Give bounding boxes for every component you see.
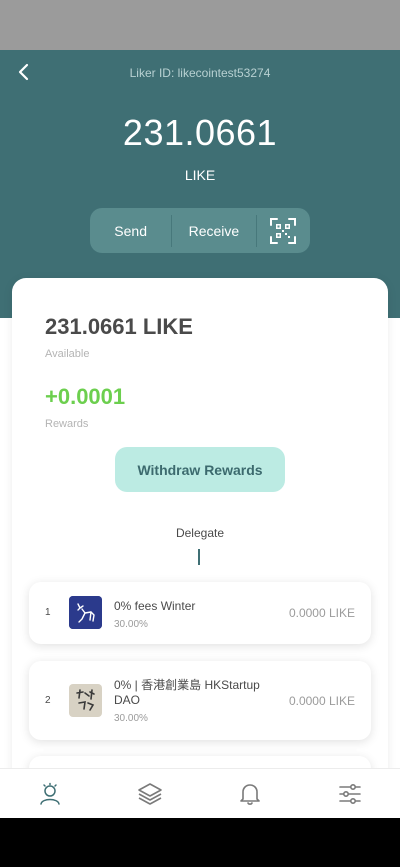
nav-settings[interactable] [300, 769, 400, 818]
sliders-icon [339, 783, 361, 804]
delegate-label: Delegate [175, 526, 225, 540]
available-amount: 231.0661 LIKE [45, 314, 193, 339]
rewards-label: Rewards [45, 418, 89, 430]
status-bar [0, 0, 400, 50]
bottom-nav [0, 768, 400, 818]
validator-commission: 30.00% [114, 619, 148, 630]
balance-amount: 231.0661 [122, 112, 278, 153]
nav-layers[interactable] [100, 769, 200, 818]
available-label: Available [45, 348, 90, 360]
scan-qr-button[interactable] [256, 208, 310, 253]
validator-name: 0% | 香港創業島 HKStartup DAO [114, 678, 260, 707]
validator-name: 0% fees Winter [114, 599, 196, 613]
rewards-amount: +0.0001 [45, 384, 126, 409]
deer-logo-icon [69, 596, 102, 629]
withdraw-rewards-button[interactable]: Withdraw Rewards [115, 447, 285, 492]
validator-delegated-amount: 0.0000 LIKE [288, 606, 355, 620]
person-icon [40, 782, 60, 805]
validator-index: 2 [45, 695, 51, 706]
nav-notifications[interactable] [200, 769, 300, 818]
action-divider [255, 214, 257, 247]
validator-row[interactable]: 2 0% | 香港創業島 HKStartup DAO 30.00% 0.0000… [29, 661, 371, 740]
wallet-card: 231.0661 LIKE Available +0.0001 Rewards … [12, 278, 388, 838]
delegate-indicator [198, 549, 200, 565]
action-bar: Send Receive [90, 208, 310, 253]
system-navigation-bar [0, 818, 400, 867]
validator-commission: 30.00% [114, 713, 148, 724]
liker-id: Liker ID: likecointest53274 [129, 66, 271, 80]
validator-index: 1 [45, 607, 51, 618]
validator-delegated-amount: 0.0000 LIKE [288, 694, 355, 708]
balance-unit: LIKE [184, 167, 216, 183]
validator-row[interactable]: 1 0% fees Winter 30.00% 0.0000 LIKE [29, 582, 371, 644]
layers-icon [138, 782, 162, 805]
nav-profile[interactable] [0, 769, 100, 818]
bell-icon [240, 783, 260, 805]
send-button[interactable]: Send [90, 208, 171, 253]
receive-button[interactable]: Receive [172, 208, 255, 253]
action-divider [171, 214, 173, 247]
qr-scan-icon [270, 217, 297, 244]
calligraphy-logo-icon [69, 684, 102, 717]
